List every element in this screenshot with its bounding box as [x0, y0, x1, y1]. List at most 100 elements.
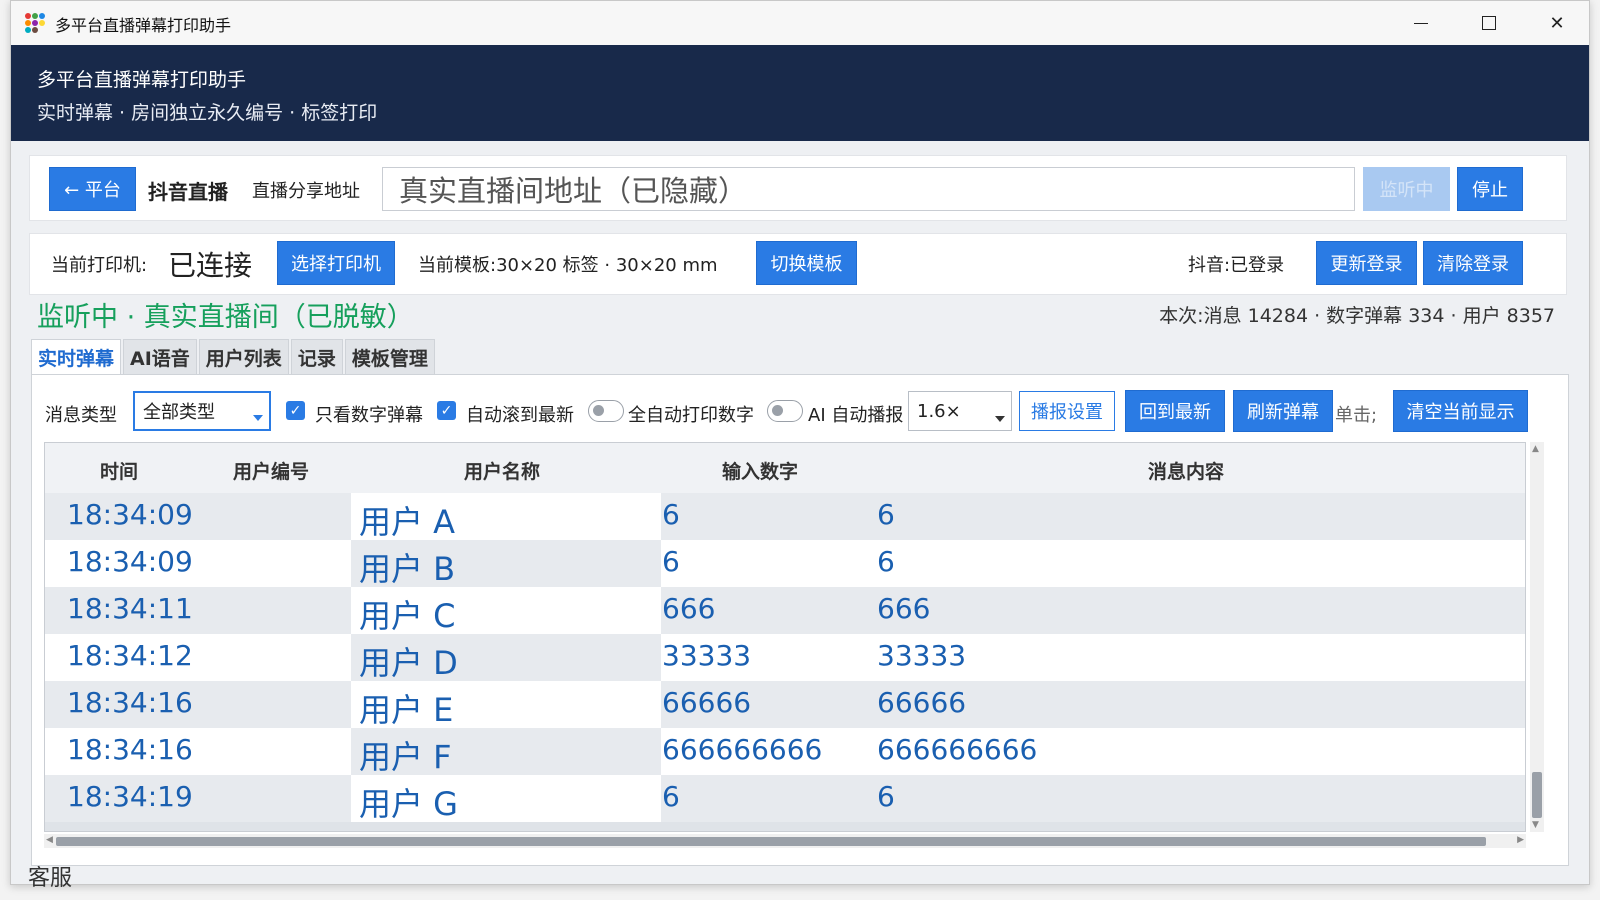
- vertical-scroll-thumb[interactable]: [1532, 772, 1542, 818]
- maximize-icon: [1482, 16, 1496, 30]
- url-label: 直播分享地址: [252, 181, 360, 202]
- stop-button[interactable]: 停止: [1457, 167, 1523, 211]
- table-row[interactable]: 18:34:09 用户 B 6 6: [45, 540, 1525, 588]
- titlebar: 多平台直播弹幕打印助手 ✕: [11, 1, 1589, 45]
- cell-time: 18:34:19: [67, 780, 193, 813]
- session-stats: 本次:消息 14284 · 数字弹幕 334 · 用户 8357: [1159, 305, 1555, 327]
- header-subtitle: 实时弹幕 · 房间独立永久编号 · 标签打印: [37, 102, 378, 124]
- window-title: 多平台直播弹幕打印助手: [55, 16, 232, 35]
- toggle-knob-icon: [772, 405, 783, 416]
- danmaku-toolbar: 消息类型 全部类型 ✓ 只看数字弹幕 ✓ 自动滚到最新 全自动打印数字 AI 自…: [32, 375, 1568, 435]
- cell-user-name: 用户 E: [359, 691, 454, 729]
- app-header: 多平台直播弹幕打印助手 实时弹幕 · 房间独立永久编号 · 标签打印: [11, 45, 1589, 141]
- horizontal-scroll-thumb[interactable]: [56, 837, 1486, 846]
- back-to-latest-button[interactable]: 回到最新: [1125, 390, 1225, 432]
- chevron-down-icon: [253, 415, 263, 421]
- message-type-label: 消息类型: [45, 405, 117, 426]
- speed-select[interactable]: 1.6×: [908, 391, 1012, 431]
- auto-scroll-label: 自动滚到最新: [466, 405, 574, 426]
- table-row[interactable]: 18:34:09 用户 A 6 6: [45, 493, 1525, 541]
- tab-bar: 实时弹幕 AI语音 用户列表 记录 模板管理: [31, 339, 437, 375]
- cell-number: 6: [662, 545, 680, 578]
- column-header-user-name[interactable]: 用户名称: [464, 457, 540, 484]
- table-row[interactable]: 18:34:16 用户 F 666666666 666666666: [45, 728, 1525, 776]
- main-content: ← 平台 抖音直播 直播分享地址 真实直播间地址（已隐藏） 监听中 停止 当前打…: [11, 141, 1589, 884]
- login-status: 抖音:已登录: [1188, 255, 1285, 276]
- clear-display-button[interactable]: 清空当前显示: [1393, 390, 1528, 432]
- scroll-up-icon[interactable]: ▲: [1532, 444, 1539, 454]
- listening-status: 监听中 · 真实直播间（已脱敏）: [37, 302, 414, 333]
- tab-records[interactable]: 记录: [290, 339, 343, 375]
- scroll-left-icon[interactable]: ◀: [46, 835, 53, 845]
- clear-login-button[interactable]: 清除登录: [1423, 241, 1523, 285]
- tab-live-danmaku[interactable]: 实时弹幕: [31, 339, 122, 375]
- tab-user-list[interactable]: 用户列表: [198, 339, 289, 375]
- cell-message: 6: [877, 498, 895, 531]
- minimize-button[interactable]: [1387, 1, 1455, 45]
- danmaku-table: 时间 用户编号 用户名称 输入数字 消息内容 18:34:09 用户 A 6 6: [44, 442, 1526, 832]
- vertical-scrollbar[interactable]: ▲ ▼: [1530, 442, 1544, 832]
- table-row[interactable]: 18:34:16 用户 E 66666 66666: [45, 681, 1525, 729]
- cell-number: 666: [662, 592, 716, 625]
- cell-time: 18:34:16: [67, 733, 193, 766]
- printer-status: 已连接: [168, 249, 253, 282]
- ai-broadcast-label: AI 自动播报: [808, 405, 904, 426]
- tab-template-manage[interactable]: 模板管理: [344, 339, 435, 375]
- cell-number: 66666: [662, 686, 752, 719]
- platform-name: 抖音直播: [148, 180, 228, 204]
- table-row[interactable]: 18:34:11 用户 C 666 666: [45, 587, 1525, 635]
- cell-user-name: 用户 G: [359, 785, 458, 823]
- auto-scroll-checkbox[interactable]: ✓: [437, 401, 456, 420]
- cell-user-name: 用户 C: [359, 597, 456, 635]
- column-header-message[interactable]: 消息内容: [1148, 457, 1224, 484]
- broadcast-settings-button[interactable]: 播报设置: [1019, 391, 1115, 431]
- cell-user-name: 用户 D: [359, 644, 458, 682]
- switch-template-button[interactable]: 切换模板: [756, 241, 857, 285]
- message-type-select[interactable]: 全部类型: [133, 391, 271, 431]
- scroll-right-icon[interactable]: ▶: [1517, 835, 1524, 845]
- only-numbers-checkbox[interactable]: ✓: [286, 401, 305, 420]
- close-button[interactable]: ✕: [1523, 1, 1589, 45]
- app-window: 多平台直播弹幕打印助手 ✕ 多平台直播弹幕打印助手 实时弹幕 · 房间独立永久编…: [10, 0, 1590, 885]
- listening-button[interactable]: 监听中: [1363, 167, 1450, 211]
- auto-print-toggle[interactable]: [588, 400, 624, 422]
- cell-time: 18:34:09: [67, 498, 193, 531]
- horizontal-scrollbar[interactable]: ◀ ▶: [44, 834, 1526, 848]
- cell-message: 33333: [877, 639, 967, 672]
- printer-label: 当前打印机:: [51, 255, 148, 276]
- cell-message: 6: [877, 780, 895, 813]
- update-login-button[interactable]: 更新登录: [1316, 241, 1417, 285]
- column-header-number[interactable]: 输入数字: [722, 457, 798, 484]
- ai-broadcast-toggle[interactable]: [767, 400, 803, 422]
- cell-message: 66666: [877, 686, 967, 719]
- table-row[interactable]: 18:34:12 用户 D 33333 33333: [45, 634, 1525, 682]
- tab-ai-voice[interactable]: AI语音: [123, 339, 197, 375]
- header-title: 多平台直播弹幕打印助手: [37, 69, 247, 91]
- customer-service-peek[interactable]: 客服: [28, 860, 72, 892]
- speed-value: 1.6×: [917, 400, 961, 422]
- cell-user-name: 用户 F: [359, 738, 452, 776]
- app-logo-icon: [25, 13, 45, 33]
- maximize-button[interactable]: [1455, 1, 1523, 45]
- cell-number: 6: [662, 780, 680, 813]
- cell-number: 6: [662, 498, 680, 531]
- table-row[interactable]: 18:34:19 用户 G 6 6: [45, 775, 1525, 823]
- only-numbers-label: 只看数字弹幕: [315, 405, 423, 426]
- cell-user-name: 用户 A: [359, 503, 456, 541]
- live-danmaku-panel: 消息类型 全部类型 ✓ 只看数字弹幕 ✓ 自动滚到最新 全自动打印数字 AI 自…: [31, 374, 1569, 866]
- live-url-input[interactable]: 真实直播间地址（已隐藏）: [382, 167, 1355, 211]
- cell-time: 18:34:09: [67, 545, 193, 578]
- table-header: 时间 用户编号 用户名称 输入数字 消息内容: [45, 443, 1525, 493]
- column-header-time[interactable]: 时间: [100, 457, 138, 484]
- toggle-knob-icon: [593, 405, 604, 416]
- scroll-down-icon[interactable]: ▼: [1532, 820, 1539, 830]
- cell-number: 666666666: [662, 733, 823, 766]
- cell-time: 18:34:16: [67, 686, 193, 719]
- column-header-user-id[interactable]: 用户编号: [233, 457, 309, 484]
- chevron-down-icon: [995, 416, 1005, 422]
- back-platform-button[interactable]: ← 平台: [49, 167, 136, 211]
- cell-number: 33333: [662, 639, 752, 672]
- select-printer-button[interactable]: 选择打印机: [277, 241, 395, 285]
- refresh-danmaku-button[interactable]: 刷新弹幕: [1233, 390, 1333, 432]
- cell-message: 6: [877, 545, 895, 578]
